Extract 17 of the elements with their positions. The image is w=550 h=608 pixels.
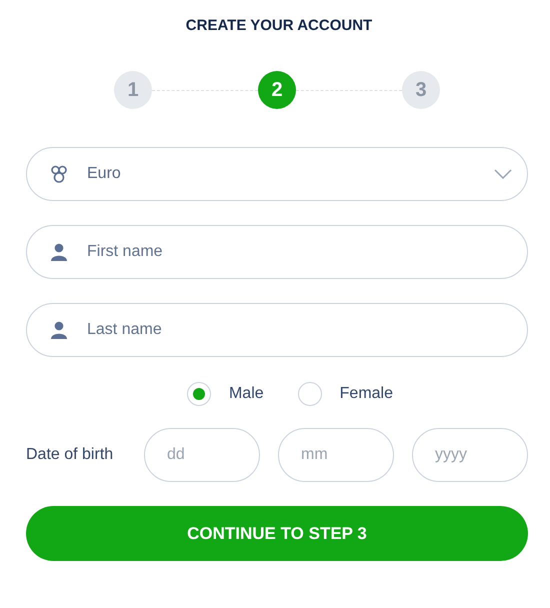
person-icon: [51, 243, 67, 261]
date-field[interactable]: yyyy: [412, 428, 528, 482]
gender-radio[interactable]: Female: [298, 382, 394, 406]
date-field[interactable]: dd: [144, 428, 260, 482]
person-icon: [51, 321, 67, 339]
step-indicator: 2: [258, 71, 296, 109]
gender-radio[interactable]: Male: [186, 382, 264, 406]
name-field[interactable]: First name: [26, 225, 528, 279]
date-field[interactable]: mm: [278, 428, 394, 482]
currency-select[interactable]: Euro: [26, 147, 528, 201]
name-field[interactable]: Last name: [26, 303, 528, 357]
step-indicator: 3: [402, 71, 440, 109]
step-indicator: 1: [114, 71, 152, 109]
form-title: CREATE YOUR ACCOUNT: [186, 17, 372, 34]
chevron-down-icon: [494, 169, 512, 179]
date-of-birth-label: Date of birth: [26, 446, 114, 464]
coins-icon: [51, 165, 67, 183]
